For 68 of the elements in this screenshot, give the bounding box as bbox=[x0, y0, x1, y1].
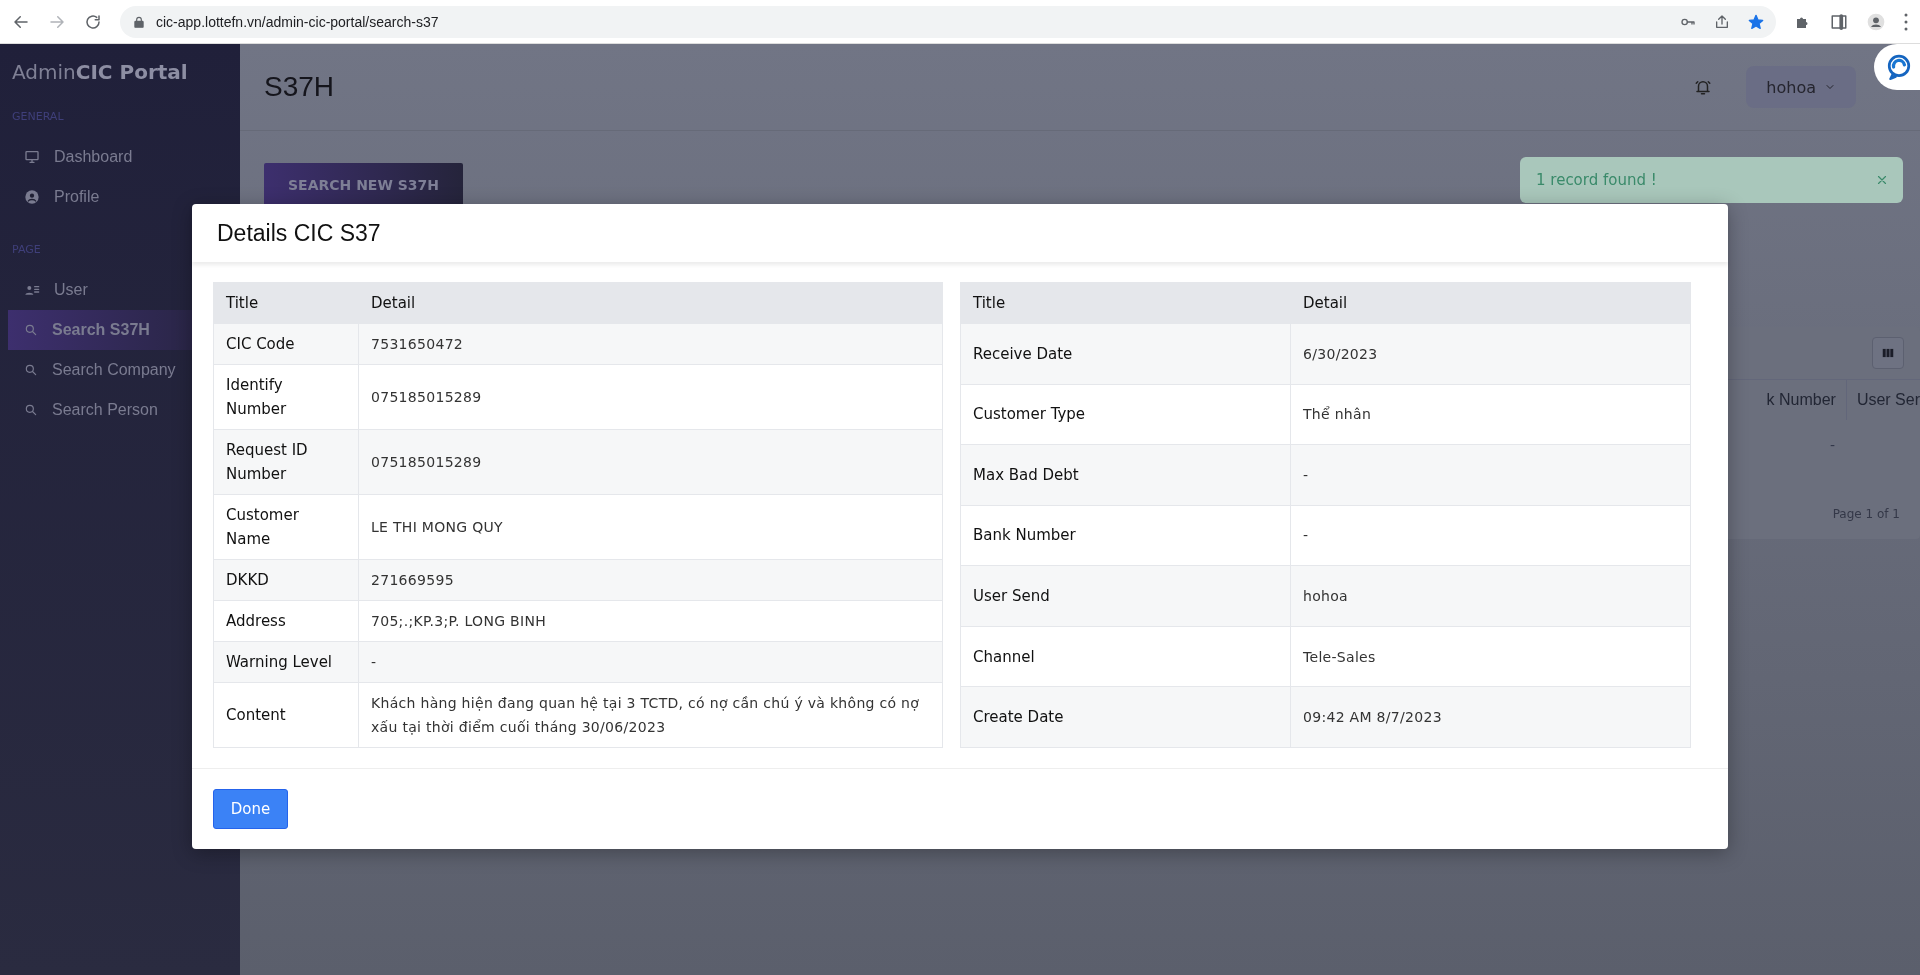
star-icon bbox=[1748, 13, 1764, 30]
row-title-cell: Identify Number bbox=[213, 364, 359, 430]
side-panel-icon bbox=[1830, 12, 1848, 31]
column-header: k Number bbox=[1756, 380, 1847, 420]
row-title-cell: Customer Name bbox=[213, 494, 359, 560]
monitor-icon bbox=[24, 149, 40, 165]
reload-icon bbox=[84, 12, 102, 31]
row-title-cell: Customer Type bbox=[960, 384, 1291, 445]
detail-cell: 705;.;KP.3;P. LONG BINH bbox=[358, 600, 943, 642]
detail-cell: 7531650472 bbox=[358, 323, 943, 365]
table-cell-text: - bbox=[1830, 436, 1837, 455]
detail-cell: Khách hàng hiện đang quan hệ tại 3 TCTD, có nợ cần chú ý và không có nợ xấu tại thời điểm cuối tháng 30/06/2023 bbox=[358, 682, 943, 748]
profile-icon bbox=[1866, 11, 1886, 32]
search-icon bbox=[24, 323, 38, 337]
search-icon bbox=[24, 403, 38, 417]
column-header: Title bbox=[960, 282, 1291, 324]
row-title-cell: Content bbox=[213, 682, 359, 748]
detail-cell: hohoa bbox=[1290, 565, 1691, 627]
user-circle-icon bbox=[24, 189, 40, 205]
row-title-cell: User Send bbox=[960, 565, 1291, 627]
sidebar-item[interactable]: Profile bbox=[8, 177, 232, 217]
chat-bubble-icon bbox=[1886, 54, 1912, 80]
detail-cell: 6/30/2023 bbox=[1290, 323, 1691, 385]
search-icon bbox=[24, 363, 38, 377]
chat-widget-button[interactable] bbox=[1874, 44, 1920, 90]
sidebar-section-heading: PAGE bbox=[11, 242, 42, 258]
search-new-button[interactable]: SEARCH NEW S37H bbox=[264, 163, 463, 207]
detail-cell: - bbox=[1290, 505, 1691, 566]
detail-cell: - bbox=[358, 641, 943, 683]
column-toggle-button[interactable] bbox=[1872, 337, 1904, 369]
alarm-bell-icon bbox=[1694, 78, 1713, 96]
done-button[interactable]: Done bbox=[213, 789, 288, 829]
detail-cell: Thể nhân bbox=[1290, 384, 1691, 445]
row-title-cell: Address bbox=[213, 600, 359, 642]
row-title-cell: Channel bbox=[960, 626, 1291, 687]
detail-cell: LE THI MONG QUY bbox=[358, 494, 943, 560]
column-header: Detail bbox=[1290, 282, 1691, 324]
url-text: cic-app.lottefn.vn/admin-cic-portal/search-s37 bbox=[156, 13, 439, 30]
close-icon bbox=[1875, 173, 1889, 187]
detail-cell: 271669595 bbox=[358, 559, 943, 601]
columns-icon bbox=[1881, 346, 1895, 360]
sidebar-item[interactable]: Dashboard bbox=[8, 137, 232, 177]
address-bar[interactable]: cic-app.lottefn.vn/admin-cic-portal/search-s37 bbox=[120, 5, 1776, 38]
sidebar-section-heading: GENERAL bbox=[11, 109, 65, 125]
share-icon bbox=[1714, 13, 1730, 30]
row-title-cell: Request ID Number bbox=[213, 429, 359, 495]
row-title-cell: Max Bad Debt bbox=[960, 444, 1291, 506]
row-title-cell: DKKD bbox=[213, 559, 359, 601]
column-header: Title bbox=[213, 282, 359, 324]
row-title-cell: Create Date bbox=[960, 686, 1291, 748]
row-title-cell: Bank Number bbox=[960, 505, 1291, 566]
row-title-cell: Receive Date bbox=[960, 323, 1291, 385]
dialog-title: Details CIC S37 bbox=[217, 219, 381, 247]
alert-message: 1 record found ! bbox=[1536, 171, 1657, 189]
detail-cell: 075185015289 bbox=[358, 429, 943, 495]
row-title-cell: CIC Code bbox=[213, 323, 359, 365]
lock-icon bbox=[132, 14, 146, 29]
detail-cell: - bbox=[1290, 444, 1691, 506]
detail-cell: Tele-Sales bbox=[1290, 626, 1691, 687]
brand-logo: AdminCIC Portal bbox=[11, 60, 189, 86]
column-header: Detail bbox=[358, 282, 943, 324]
detail-cell: 075185015289 bbox=[358, 364, 943, 430]
detail-cell: 09:42 AM 8/7/2023 bbox=[1290, 686, 1691, 748]
more-icon[interactable] bbox=[1904, 12, 1908, 31]
column-header: User Ser bbox=[1855, 390, 1920, 410]
page-title: S37H bbox=[264, 71, 335, 103]
user-menu-button[interactable]: hohoa bbox=[1746, 66, 1856, 108]
row-title-cell: Warning Level bbox=[213, 641, 359, 683]
